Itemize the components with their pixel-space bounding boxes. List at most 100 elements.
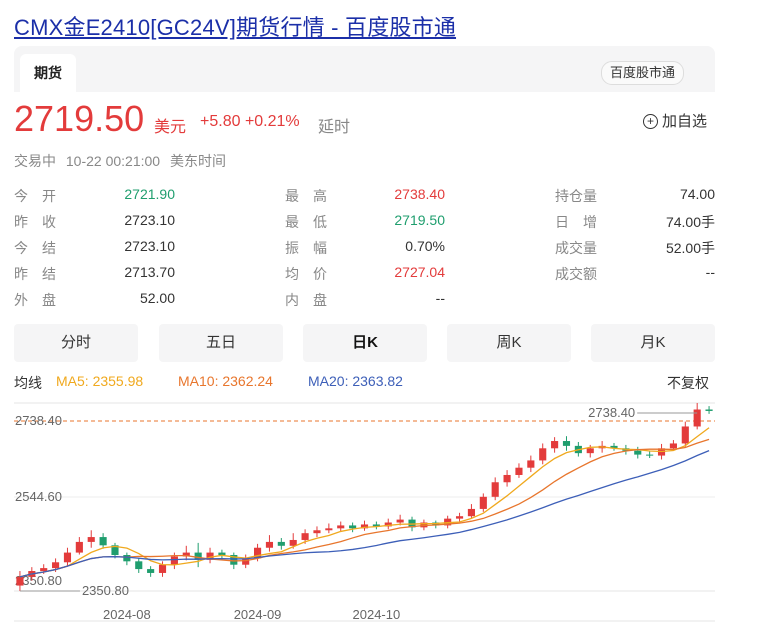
candle-body [551,441,559,449]
stat-value: -- [435,290,445,306]
candle-body [693,409,701,427]
change-percent: +0.21% [244,113,300,130]
stat-value: 2738.40 [394,186,445,202]
candle-body [491,482,499,497]
candle-body [313,530,321,534]
candle-body [40,568,48,572]
candle-body [539,448,547,461]
add-watchlist-label: 加自选 [662,113,708,130]
candle-body [123,555,131,562]
add-watchlist-button[interactable]: + 加自选 [643,110,707,131]
page-title[interactable]: CMX金E2410[GC24V]期货行情 - 百度股市通 [14,10,456,42]
tab-intraday[interactable]: 分时 [14,324,138,362]
timestamp: 10-22 00:21:00 [65,153,161,169]
candle-body [265,541,274,548]
candle-body [158,564,167,573]
trading-status: 交易中 10-22 00:21:00 美东时间 [14,151,232,171]
stat-label: 振 幅 [285,240,327,256]
candle-body [337,525,345,529]
source-badge[interactable]: 百度股市通 [601,61,685,85]
stat-label: 今 结 [14,240,56,256]
stat-label: 昨 收 [14,214,56,230]
candle-body [396,519,404,523]
tab-daily-k[interactable]: 日K [303,324,427,362]
candle-body [99,537,107,546]
ma20-legend: MA20: 2363.82 [308,373,403,389]
min-label: 2350.80 [82,583,129,598]
candle-body [63,552,72,563]
candle-body [515,467,523,475]
adjust-toggle[interactable]: 不复权 [667,373,709,393]
tab-five-day[interactable]: 五日 [159,324,283,362]
candle-body [87,537,95,542]
timezone: 美东时间 [169,153,226,169]
stat-label: 成交量 [555,240,597,256]
candle-body [349,525,357,529]
stat-label: 今 开 [14,188,56,204]
delay-label: 延时 [318,119,351,136]
candle-body [455,516,464,519]
stat-value: 2723.10 [124,212,175,228]
stat-value: -- [705,264,715,280]
stat-value: 0.70% [405,238,445,254]
candle-body [681,426,689,444]
stat-label: 均 价 [285,266,327,282]
stat-value: 2727.04 [394,264,445,280]
y-tick-label: 2738.40 [15,413,62,428]
candle-body [325,528,333,531]
stat-label: 最 高 [285,188,327,204]
status-text: 交易中 [14,153,56,169]
tab-futures[interactable]: 期货 [20,54,76,92]
candle-body [479,496,487,509]
stat-value: 2719.50 [394,212,445,228]
x-tick-label: 2024-09 [234,607,282,622]
candle-body [467,508,475,517]
candle-body [301,533,309,540]
candle-body [669,443,677,449]
stat-label: 内 盘 [285,292,327,308]
x-tick-label: 2024-08 [103,607,151,622]
stat-label: 最 低 [285,214,327,230]
candle-body [527,460,535,468]
candle-body [52,562,60,569]
candle-body [277,541,285,546]
ma5-line [19,427,710,578]
candle-body [646,454,654,456]
candle-body [170,556,178,565]
ma5-legend: MA5: 2355.98 [56,373,144,389]
stat-value: 52.00手 [665,240,715,256]
x-tick-label: 2024-10 [353,607,401,622]
price-change: +5.80 +0.21% [200,113,300,131]
stat-value: 2723.10 [124,238,175,254]
last-price: 2719.50 [14,98,145,139]
ma-label: 均线 [14,375,42,391]
stat-value: 2713.70 [124,264,175,280]
stat-label: 成交额 [555,266,597,282]
candle-body [562,441,571,446]
tab-weekly-k[interactable]: 周K [447,324,571,362]
stat-value: 74.00 [679,186,715,202]
ma10-legend: MA10: 2362.24 [178,373,273,389]
stat-value: 2721.90 [124,186,175,202]
y-tick-label: 2544.60 [15,489,62,504]
candle-body [16,576,24,586]
candle-body [634,450,642,455]
candle-body [705,409,713,411]
plus-circle-icon: + [643,114,658,129]
change-value: +5.80 [200,113,241,130]
candle-body [503,474,511,483]
tab-monthly-k[interactable]: 月K [591,324,715,362]
candle-body [75,541,83,553]
stat-value: 74.00手 [665,214,715,230]
candle-body [289,539,297,546]
stat-label: 昨 结 [14,266,56,282]
candle-body [147,569,155,573]
stat-label: 日 增 [555,214,597,230]
currency-label: 美元 [154,119,187,136]
stat-value: 52.00 [139,290,175,306]
stat-label: 持仓量 [555,188,597,204]
kline-chart[interactable]: 2738.40 2544.60 2350.80 2024-08 2024-09 2024-… [0,391,765,631]
stat-label: 外 盘 [14,292,56,308]
candle-body [135,561,143,570]
candle-body [586,448,594,454]
